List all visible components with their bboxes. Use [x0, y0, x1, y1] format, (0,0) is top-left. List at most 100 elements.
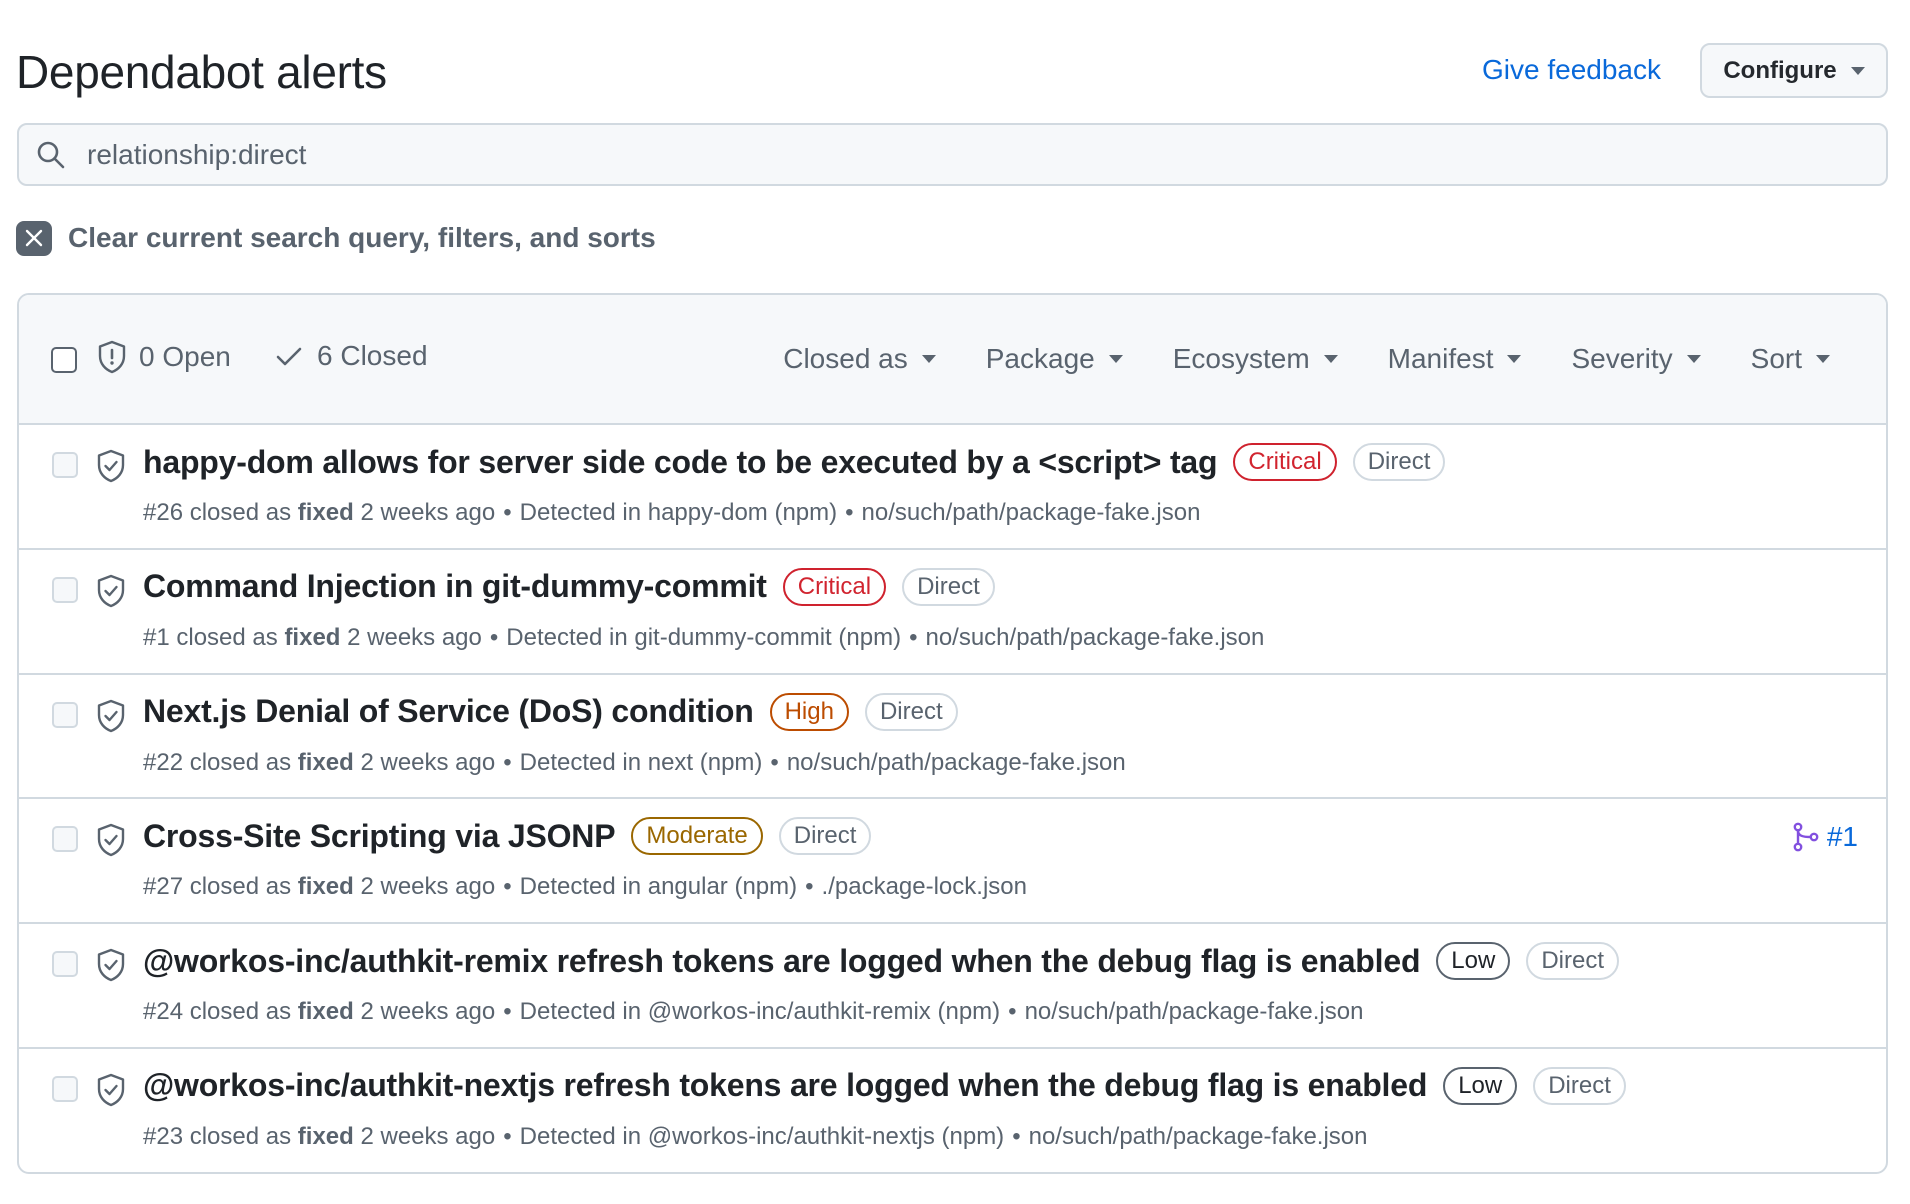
alert-title-link[interactable]: Command Injection in git-dummy-commit — [143, 568, 767, 605]
relationship-badge: Direct — [1533, 1066, 1626, 1105]
filter-package[interactable]: Package — [986, 339, 1123, 379]
separator-dot: • — [489, 623, 499, 651]
alert-checkbox[interactable] — [52, 951, 78, 978]
alert-title-link[interactable]: Cross-Site Scripting via JSONP — [143, 818, 616, 855]
alert-meta: #1 closed as fixed 2 weeks ago • Detected … — [143, 622, 1264, 654]
detected-in: Detected in next (npm) — [519, 748, 763, 776]
separator-dot: • — [1008, 998, 1017, 1026]
search-bar[interactable] — [17, 123, 1888, 186]
relationship-badge: Direct — [1352, 443, 1446, 481]
manifest-path: no/such/path/package-fake.json — [861, 499, 1201, 526]
closed-prefix: closed as — [189, 748, 292, 776]
relationship-badge: Direct — [902, 567, 995, 606]
alert-title-line: @workos-inc/authkit-remix refresh tokens… — [143, 942, 1619, 981]
shield-check-icon — [97, 574, 125, 607]
filter-severity[interactable]: Severity — [1571, 339, 1701, 379]
alerts-list: 0 Open 6 Closed Closed as Package Ecosys… — [17, 293, 1888, 1174]
configure-button[interactable]: Configure — [1700, 43, 1888, 98]
closed-time: 2 weeks ago — [360, 748, 496, 776]
severity-badge: Moderate — [631, 817, 763, 856]
alert-number: #24 — [143, 998, 184, 1026]
alert-meta: #24 closed as fixed 2 weeks ago • Detected… — [143, 996, 1363, 1028]
separator-dot: • — [503, 748, 512, 776]
separator-dot: • — [503, 873, 512, 901]
alert-row: happy-dom allows for server side code to… — [19, 425, 1886, 550]
filter-sort[interactable]: Sort — [1751, 339, 1830, 379]
filter-ecosystem[interactable]: Ecosystem — [1173, 339, 1338, 379]
alert-title-line: Command Injection in git-dummy-commit Cr… — [143, 567, 995, 606]
closed-prefix: closed as — [189, 1122, 292, 1150]
closed-prefix: closed as — [176, 623, 278, 651]
alert-title-line: @workos-inc/authkit-nextjs refresh token… — [143, 1066, 1626, 1105]
caret-down-icon — [1108, 355, 1123, 363]
alert-meta: #23 closed as fixed 2 weeks ago • Detected… — [143, 1121, 1368, 1153]
severity-badge: Critical — [782, 567, 887, 606]
alert-number: #27 — [143, 873, 184, 901]
manifest-path: no/such/path/package-fake.json — [1028, 1122, 1368, 1150]
alert-title-link[interactable]: @workos-inc/authkit-remix refresh tokens… — [143, 943, 1420, 980]
caret-down-icon — [1816, 355, 1830, 363]
separator-dot: • — [805, 873, 814, 901]
give-feedback-link[interactable]: Give feedback — [1482, 52, 1661, 88]
select-all-checkbox[interactable] — [51, 347, 77, 373]
alert-meta: #27 closed as fixed 2 weeks ago • Detected… — [143, 871, 1027, 903]
separator-dot: • — [909, 623, 918, 651]
severity-badge: High — [769, 692, 849, 731]
closed-time: 2 weeks ago — [360, 873, 496, 901]
alert-checkbox[interactable] — [52, 576, 78, 603]
filter-label: Package — [985, 343, 1095, 374]
manifest-path: no/such/path/package-fake.json — [1024, 998, 1364, 1026]
closed-prefix: closed as — [189, 499, 292, 526]
caret-down-icon — [921, 355, 936, 363]
filter-closed-as[interactable]: Closed as — [783, 339, 936, 379]
separator-dot: • — [1012, 1122, 1021, 1150]
relationship-badge: Direct — [864, 692, 958, 731]
closed-time: 2 weeks ago — [347, 623, 482, 651]
search-input[interactable] — [85, 137, 1785, 172]
alert-title-line: Next.js Denial of Service (DoS) conditio… — [143, 692, 958, 731]
open-alerts-tab[interactable]: 0 Open — [97, 340, 231, 374]
shield-check-icon — [97, 948, 125, 982]
alert-title-link[interactable]: happy-dom allows for server side code to… — [143, 444, 1218, 481]
relationship-badge: Direct — [1526, 942, 1619, 981]
closed-time: 2 weeks ago — [360, 499, 496, 526]
alert-checkbox[interactable] — [52, 701, 78, 728]
alert-checkbox[interactable] — [52, 452, 78, 478]
linked-pull-request[interactable]: #1 — [1793, 821, 1858, 853]
shield-alert-icon — [98, 340, 126, 374]
severity-badge: Low — [1436, 942, 1511, 981]
closed-reason: fixed — [297, 1122, 354, 1150]
configure-button-label: Configure — [1723, 56, 1837, 84]
alert-number: #22 — [143, 748, 184, 776]
separator-dot: • — [503, 1122, 512, 1150]
pull-request-number: #1 — [1826, 821, 1858, 853]
alert-row: Command Injection in git-dummy-commit Cr… — [19, 550, 1886, 675]
shield-check-icon — [97, 449, 125, 483]
alert-checkbox[interactable] — [52, 826, 78, 853]
closed-prefix: closed as — [189, 998, 292, 1026]
git-merge-icon — [1793, 822, 1819, 852]
alert-row: Next.js Denial of Service (DoS) conditio… — [19, 675, 1886, 800]
filter-label: Sort — [1750, 343, 1802, 374]
alert-title-link[interactable]: @workos-inc/authkit-nextjs refresh token… — [143, 1067, 1427, 1104]
clear-filters-label: Clear current search query, filters, and… — [68, 222, 656, 253]
separator-dot: • — [770, 748, 779, 776]
manifest-path: no/such/path/package-fake.json — [786, 748, 1126, 776]
filter-manifest[interactable]: Manifest — [1388, 339, 1522, 379]
filter-label: Severity — [1571, 343, 1673, 374]
check-icon — [276, 347, 302, 366]
alert-title-line: Cross-Site Scripting via JSONP Moderate … — [143, 817, 872, 856]
detected-in: Detected in happy-dom (npm) — [519, 499, 838, 526]
caret-down-icon — [1686, 355, 1701, 363]
alert-title-link[interactable]: Next.js Denial of Service (DoS) conditio… — [143, 693, 754, 730]
detected-in: Detected in @workos-inc/authkit-remix (n… — [519, 998, 1001, 1026]
separator-dot: • — [503, 499, 512, 526]
closed-alerts-tab[interactable]: 6 Closed — [275, 340, 428, 372]
shield-check-icon — [97, 1073, 125, 1107]
separator-dot: • — [845, 499, 854, 526]
clear-filters-button[interactable]: Clear current search query, filters, and… — [16, 220, 656, 256]
closed-prefix: closed as — [189, 873, 292, 901]
severity-badge: Critical — [1233, 443, 1337, 481]
alert-checkbox[interactable] — [52, 1075, 78, 1102]
alert-number: #23 — [143, 1122, 184, 1150]
